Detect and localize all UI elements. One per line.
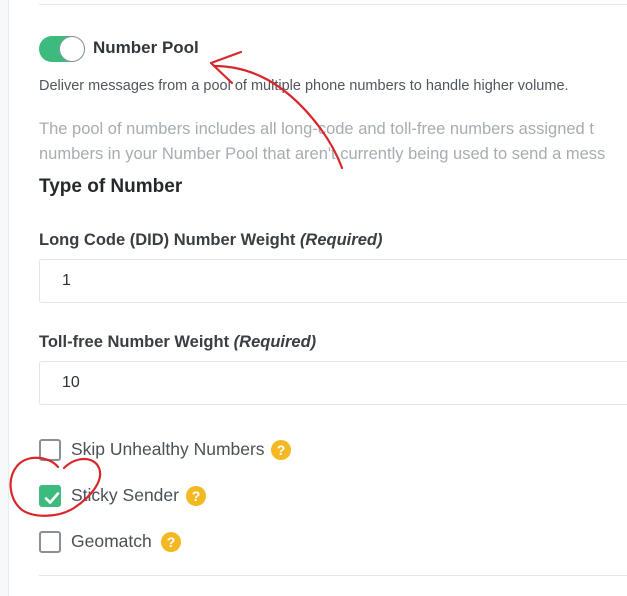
toggle-knob bbox=[60, 37, 84, 61]
divider-top bbox=[39, 4, 627, 5]
long-code-weight-label: Long Code (DID) Number Weight (Required) bbox=[39, 231, 382, 250]
sticky-sender-checkbox[interactable] bbox=[39, 485, 61, 507]
required-marker: (Required) bbox=[233, 333, 317, 351]
type-of-number-heading: Type of Number bbox=[39, 176, 183, 197]
skip-unhealthy-checkbox[interactable] bbox=[39, 439, 61, 461]
toll-free-weight-label: Toll-free Number Weight (Required) bbox=[39, 333, 316, 352]
number-pool-toggle[interactable] bbox=[39, 36, 85, 62]
number-pool-help-text: The pool of numbers includes all long-co… bbox=[39, 117, 627, 167]
sticky-sender-label: Sticky Sender bbox=[71, 485, 179, 505]
toll-free-weight-input[interactable]: 10 bbox=[39, 361, 627, 405]
divider-bottom bbox=[39, 575, 627, 576]
number-pool-description: Deliver messages from a pool of multiple… bbox=[39, 78, 569, 94]
toll-free-label-text: Toll-free Number Weight bbox=[39, 333, 230, 351]
help-text-line-2: numbers in your Number Pool that aren't … bbox=[39, 145, 606, 163]
skip-unhealthy-label: Skip Unhealthy Numbers bbox=[71, 439, 265, 459]
geomatch-label: Geomatch bbox=[71, 531, 152, 551]
help-icon[interactable]: ? bbox=[186, 486, 206, 506]
geomatch-checkbox[interactable] bbox=[39, 531, 61, 553]
settings-panel: Number Pool Deliver messages from a pool… bbox=[8, 0, 627, 596]
long-code-label-text: Long Code (DID) Number Weight bbox=[39, 231, 296, 249]
help-icon[interactable]: ? bbox=[161, 532, 181, 552]
number-pool-title: Number Pool bbox=[93, 38, 199, 57]
required-marker: (Required) bbox=[299, 231, 383, 249]
help-icon[interactable]: ? bbox=[271, 440, 291, 460]
help-text-line-1: The pool of numbers includes all long-co… bbox=[39, 120, 594, 138]
checkmark-icon bbox=[44, 492, 60, 504]
long-code-weight-input[interactable]: 1 bbox=[39, 259, 627, 303]
